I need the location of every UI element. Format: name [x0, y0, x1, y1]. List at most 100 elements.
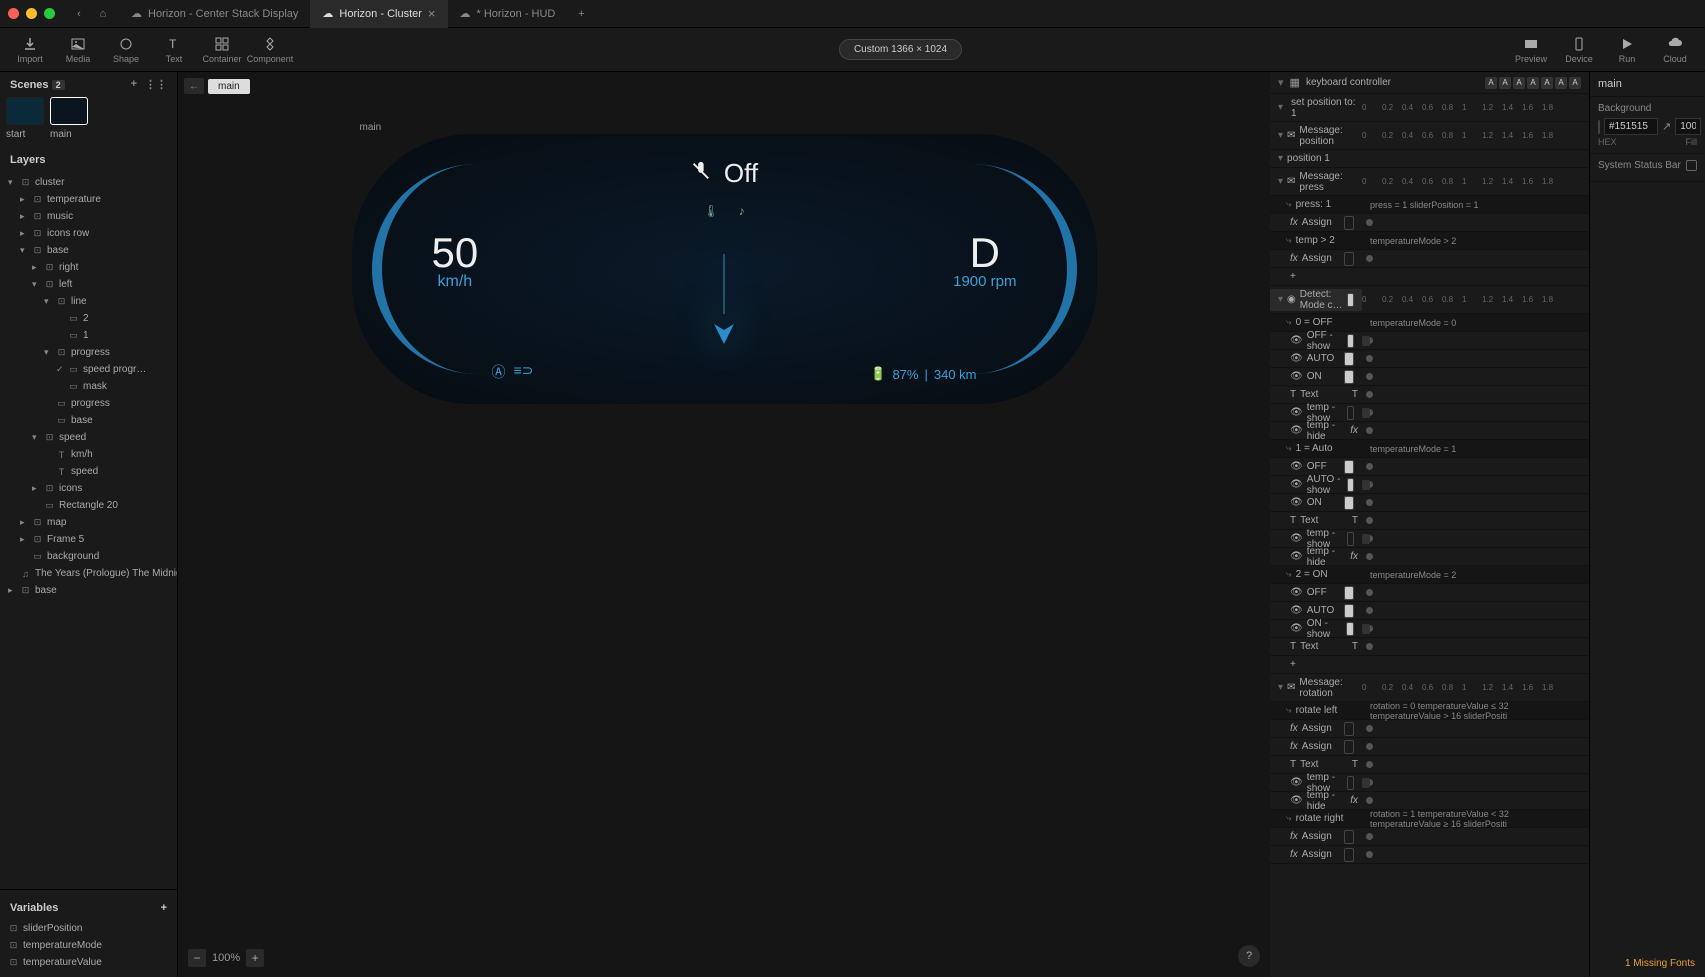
- timeline-track-row[interactable]: 👁 temp - hidefx: [1270, 792, 1589, 810]
- layer-row[interactable]: ▾⊡progress: [0, 344, 177, 361]
- timeline-add-row[interactable]: +: [1270, 656, 1589, 674]
- preview-button[interactable]: Preview: [1509, 31, 1553, 69]
- assign-slot[interactable]: [1344, 252, 1354, 266]
- timeline-condition-row[interactable]: ⤷ 2 = ONtemperatureMode = 2: [1270, 566, 1589, 584]
- document-tab[interactable]: ☁ Horizon - Center Stack Display: [119, 0, 310, 28]
- chevron-icon[interactable]: ▾: [1278, 682, 1283, 693]
- timeline-condition-row[interactable]: ⤷ temp > 2temperatureMode > 2: [1270, 232, 1589, 250]
- keyframe-icon[interactable]: [1366, 761, 1373, 768]
- timeline-track-row[interactable]: 👁 temp - hidefx: [1270, 548, 1589, 566]
- layer-row[interactable]: ▾⊡base: [0, 242, 177, 259]
- expand-arrow-icon[interactable]: ▾: [20, 245, 28, 256]
- timeline-message-row[interactable]: ▾ ◉ Detect: Mode c…00.20.40.60.811.21.41…: [1270, 286, 1589, 314]
- component-button[interactable]: Component: [248, 31, 292, 69]
- status-bar-checkbox[interactable]: [1686, 160, 1697, 171]
- expand-arrow-icon[interactable]: ▸: [32, 483, 40, 494]
- keyframe-icon[interactable]: [1366, 463, 1373, 470]
- chevron-icon[interactable]: ▾: [1278, 102, 1283, 113]
- timeline-track-row[interactable]: 👁 OFF - show: [1270, 332, 1589, 350]
- chevron-icon[interactable]: ▾: [1278, 130, 1283, 141]
- letter-button[interactable]: A: [1541, 77, 1553, 89]
- track-slot[interactable]: [1344, 586, 1354, 600]
- timeline-condition-row[interactable]: ⤷ rotate leftrotation = 0 temperatureVal…: [1270, 702, 1589, 720]
- layer-row[interactable]: ▭Rectangle 20: [0, 497, 177, 514]
- timeline-assign-row[interactable]: fx Assign: [1270, 250, 1589, 268]
- track-slot[interactable]: [1346, 622, 1354, 636]
- track-bar[interactable]: [1362, 336, 1370, 346]
- keyframe-icon[interactable]: [1366, 743, 1373, 750]
- timeline-assign-row[interactable]: fx Assign: [1270, 846, 1589, 864]
- timeline-condition-row[interactable]: ⤷ press: 1press = 1 sliderPosition = 1: [1270, 196, 1589, 214]
- device-button[interactable]: Device: [1557, 31, 1601, 69]
- expand-arrow-icon[interactable]: ▾: [8, 177, 16, 188]
- layer-row[interactable]: ▭mask: [0, 378, 177, 395]
- track-slot[interactable]: [1344, 352, 1354, 366]
- nav-back-icon[interactable]: ‹: [71, 8, 87, 20]
- variable-row[interactable]: ⊡temperatureMode: [0, 937, 177, 954]
- layer-row[interactable]: ♫The Years (Prologue) The Midnight: [0, 565, 177, 582]
- expand-arrow-icon[interactable]: ▾: [44, 347, 52, 358]
- expand-arrow-icon[interactable]: ▸: [20, 534, 28, 545]
- timeline-message-row[interactable]: ▾ ✉ Message: press00.20.40.60.811.21.41.…: [1270, 168, 1589, 196]
- zoom-out-button[interactable]: −: [188, 949, 206, 967]
- timeline-section-header[interactable]: ▾ position 1: [1270, 150, 1589, 168]
- timeline-track-row[interactable]: 👁 ON: [1270, 494, 1589, 512]
- layer-row[interactable]: ▭progress: [0, 395, 177, 412]
- layer-row[interactable]: ▾⊡cluster: [0, 174, 177, 191]
- add-variable-icon[interactable]: +: [161, 902, 167, 914]
- layer-row[interactable]: ▸⊡base: [0, 582, 177, 599]
- letter-button[interactable]: A: [1513, 77, 1525, 89]
- track-bar[interactable]: [1362, 534, 1370, 544]
- breadcrumb[interactable]: main: [208, 79, 250, 94]
- document-tab[interactable]: ☁ Horizon - Cluster ×: [310, 0, 447, 28]
- controller-name[interactable]: keyboard controller: [1306, 77, 1479, 88]
- scene-item[interactable]: start: [6, 97, 44, 140]
- timeline-message-row[interactable]: ▾ set position to: 100.20.40.60.811.21.4…: [1270, 94, 1589, 122]
- timeline-condition-row[interactable]: ⤷ 1 = AutotemperatureMode = 1: [1270, 440, 1589, 458]
- layer-row[interactable]: ▭base: [0, 412, 177, 429]
- track-slot[interactable]: [1347, 334, 1354, 348]
- track-bar[interactable]: [1362, 778, 1370, 788]
- keyframe-icon[interactable]: [1366, 607, 1373, 614]
- shape-button[interactable]: Shape: [104, 31, 148, 69]
- inspector-scene-name[interactable]: main: [1590, 72, 1705, 97]
- canvas-viewport[interactable]: main Off 🌡 ♪: [178, 100, 1270, 977]
- expand-arrow-icon[interactable]: ▾: [44, 296, 52, 307]
- assign-slot[interactable]: [1344, 848, 1354, 862]
- timeline-add-row[interactable]: +: [1270, 268, 1589, 286]
- run-button[interactable]: Run: [1605, 31, 1649, 69]
- timeline-condition-row[interactable]: ⤷ rotate rightrotation = 1 temperatureVa…: [1270, 810, 1589, 828]
- artboard[interactable]: main Off 🌡 ♪: [352, 120, 1097, 680]
- help-button[interactable]: ?: [1238, 945, 1260, 967]
- timeline-track-row[interactable]: 👁 AUTO: [1270, 350, 1589, 368]
- layer-row[interactable]: ▸⊡icons: [0, 480, 177, 497]
- import-button[interactable]: Import: [8, 31, 52, 69]
- missing-fonts-warning[interactable]: 1 Missing Fonts: [1625, 958, 1695, 969]
- color-alpha-input[interactable]: [1675, 118, 1701, 135]
- keyframe-icon[interactable]: [1366, 391, 1373, 398]
- letter-button[interactable]: A: [1555, 77, 1567, 89]
- chevron-down-icon[interactable]: ▾: [1278, 76, 1284, 89]
- expand-arrow-icon[interactable]: ✓: [56, 364, 64, 375]
- letter-button[interactable]: A: [1499, 77, 1511, 89]
- timeline-track-row[interactable]: 👁 AUTO - show: [1270, 476, 1589, 494]
- layer-row[interactable]: ▭background: [0, 548, 177, 565]
- timeline-assign-row[interactable]: fx Assign: [1270, 214, 1589, 232]
- keyframe-icon[interactable]: [1366, 355, 1373, 362]
- letter-button[interactable]: A: [1485, 77, 1497, 89]
- expand-arrow-icon[interactable]: ▾: [32, 279, 40, 290]
- timeline-track-row[interactable]: 👁 ON: [1270, 368, 1589, 386]
- container-button[interactable]: Container: [200, 31, 244, 69]
- track-slot[interactable]: [1347, 478, 1354, 492]
- letter-button[interactable]: A: [1569, 77, 1581, 89]
- expand-arrow-icon[interactable]: ▸: [20, 517, 28, 528]
- color-hex-input[interactable]: [1604, 118, 1658, 135]
- color-swatch[interactable]: [1598, 120, 1600, 134]
- timeline-track-row[interactable]: 👁 temp - hidefx: [1270, 422, 1589, 440]
- track-slot[interactable]: [1347, 406, 1354, 420]
- assign-slot[interactable]: [1344, 722, 1354, 736]
- layer-row[interactable]: ▾⊡speed: [0, 429, 177, 446]
- track-slot[interactable]: [1347, 776, 1354, 790]
- expand-arrow-icon[interactable]: ▸: [20, 211, 28, 222]
- layer-row[interactable]: ▭2: [0, 310, 177, 327]
